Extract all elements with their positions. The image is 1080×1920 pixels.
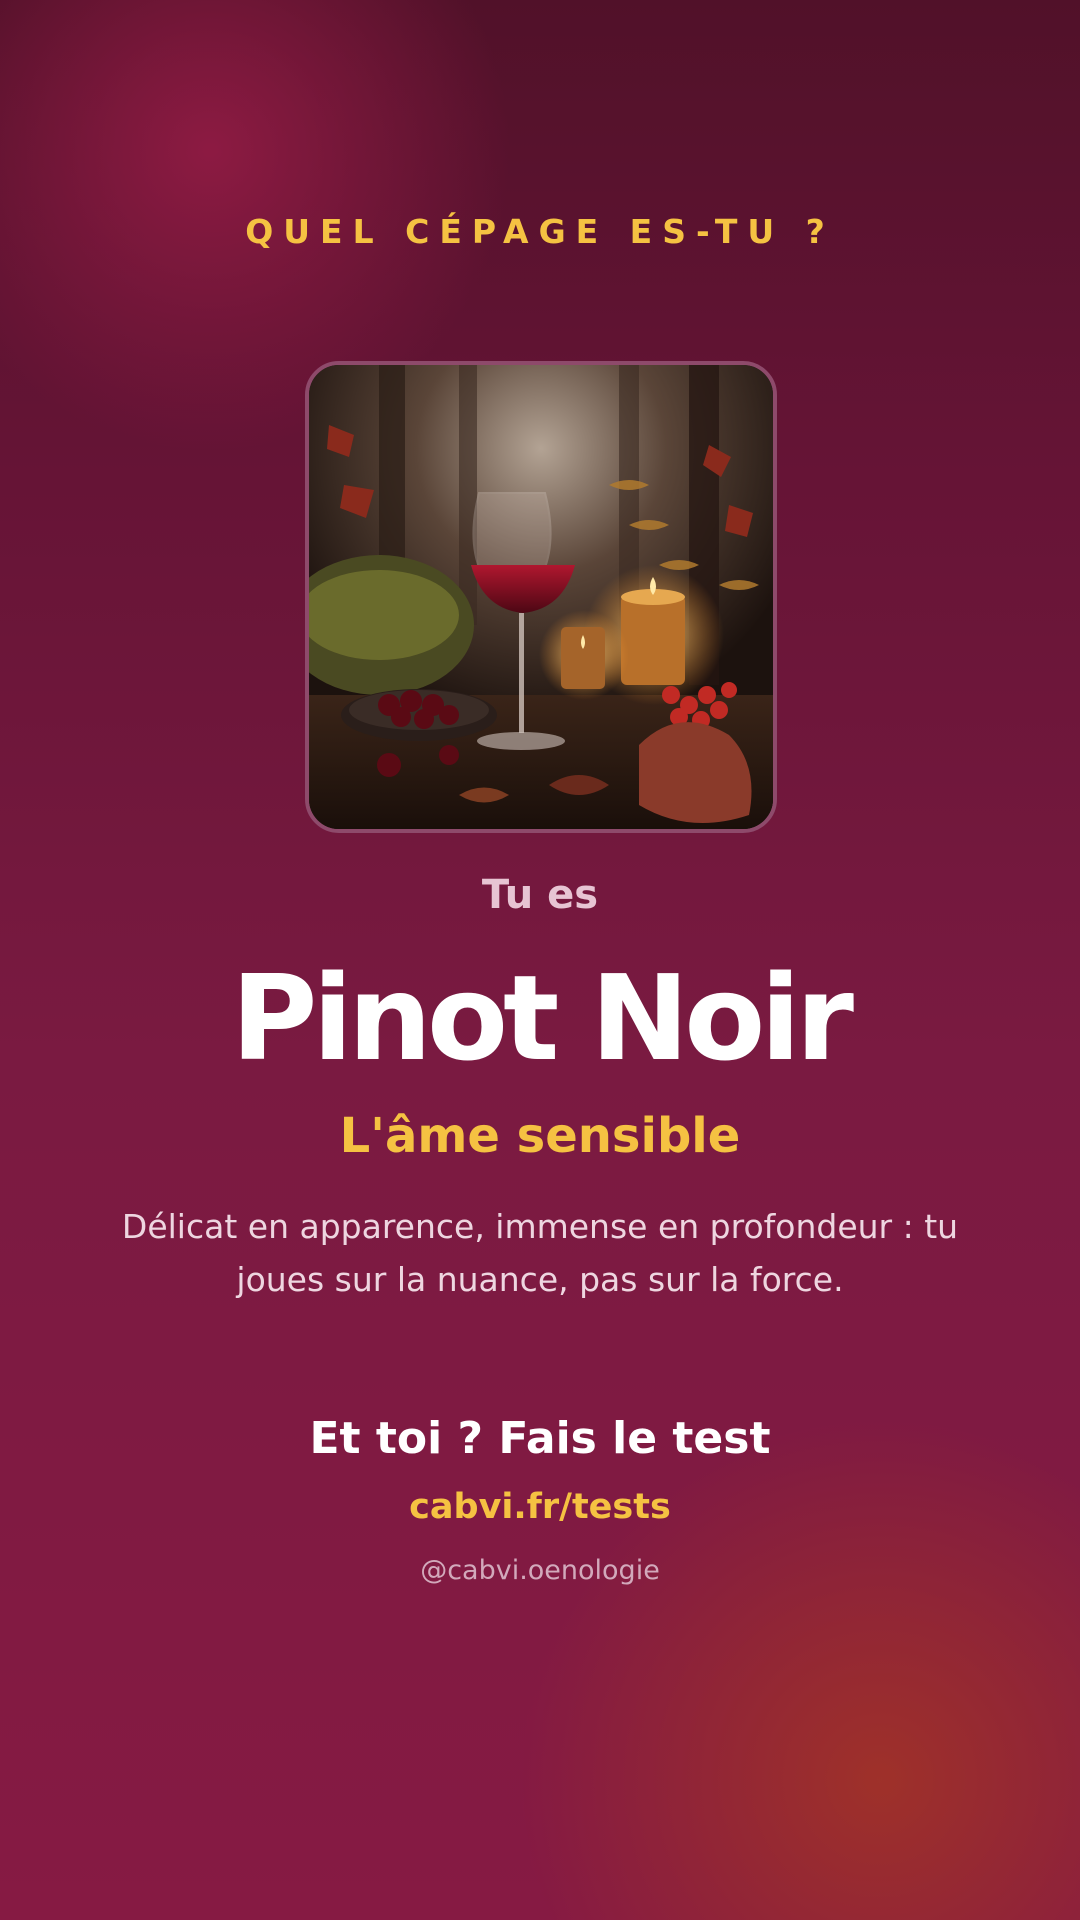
- social-handle: @cabvi.oenologie: [420, 1555, 660, 1586]
- grape-name: Pinot Noir: [231, 949, 854, 1087]
- quiz-title: QUEL CÉPAGE ES-TU ?: [245, 212, 835, 251]
- result-intro: Tu es: [481, 872, 599, 918]
- grape-tagline: L'âme sensible: [339, 1108, 741, 1164]
- call-to-action: Et toi ? Fais le test: [309, 1413, 771, 1464]
- wine-scene-image: [309, 365, 773, 829]
- grape-description: Délicat en apparence, immense en profond…: [121, 1207, 959, 1299]
- test-link[interactable]: cabvi.fr/tests: [0, 1487, 1080, 1527]
- result-illustration: [305, 361, 777, 833]
- story-card: QUEL CÉPAGE ES-TU ? Tu es Pinot Noir L'â…: [0, 0, 1080, 1920]
